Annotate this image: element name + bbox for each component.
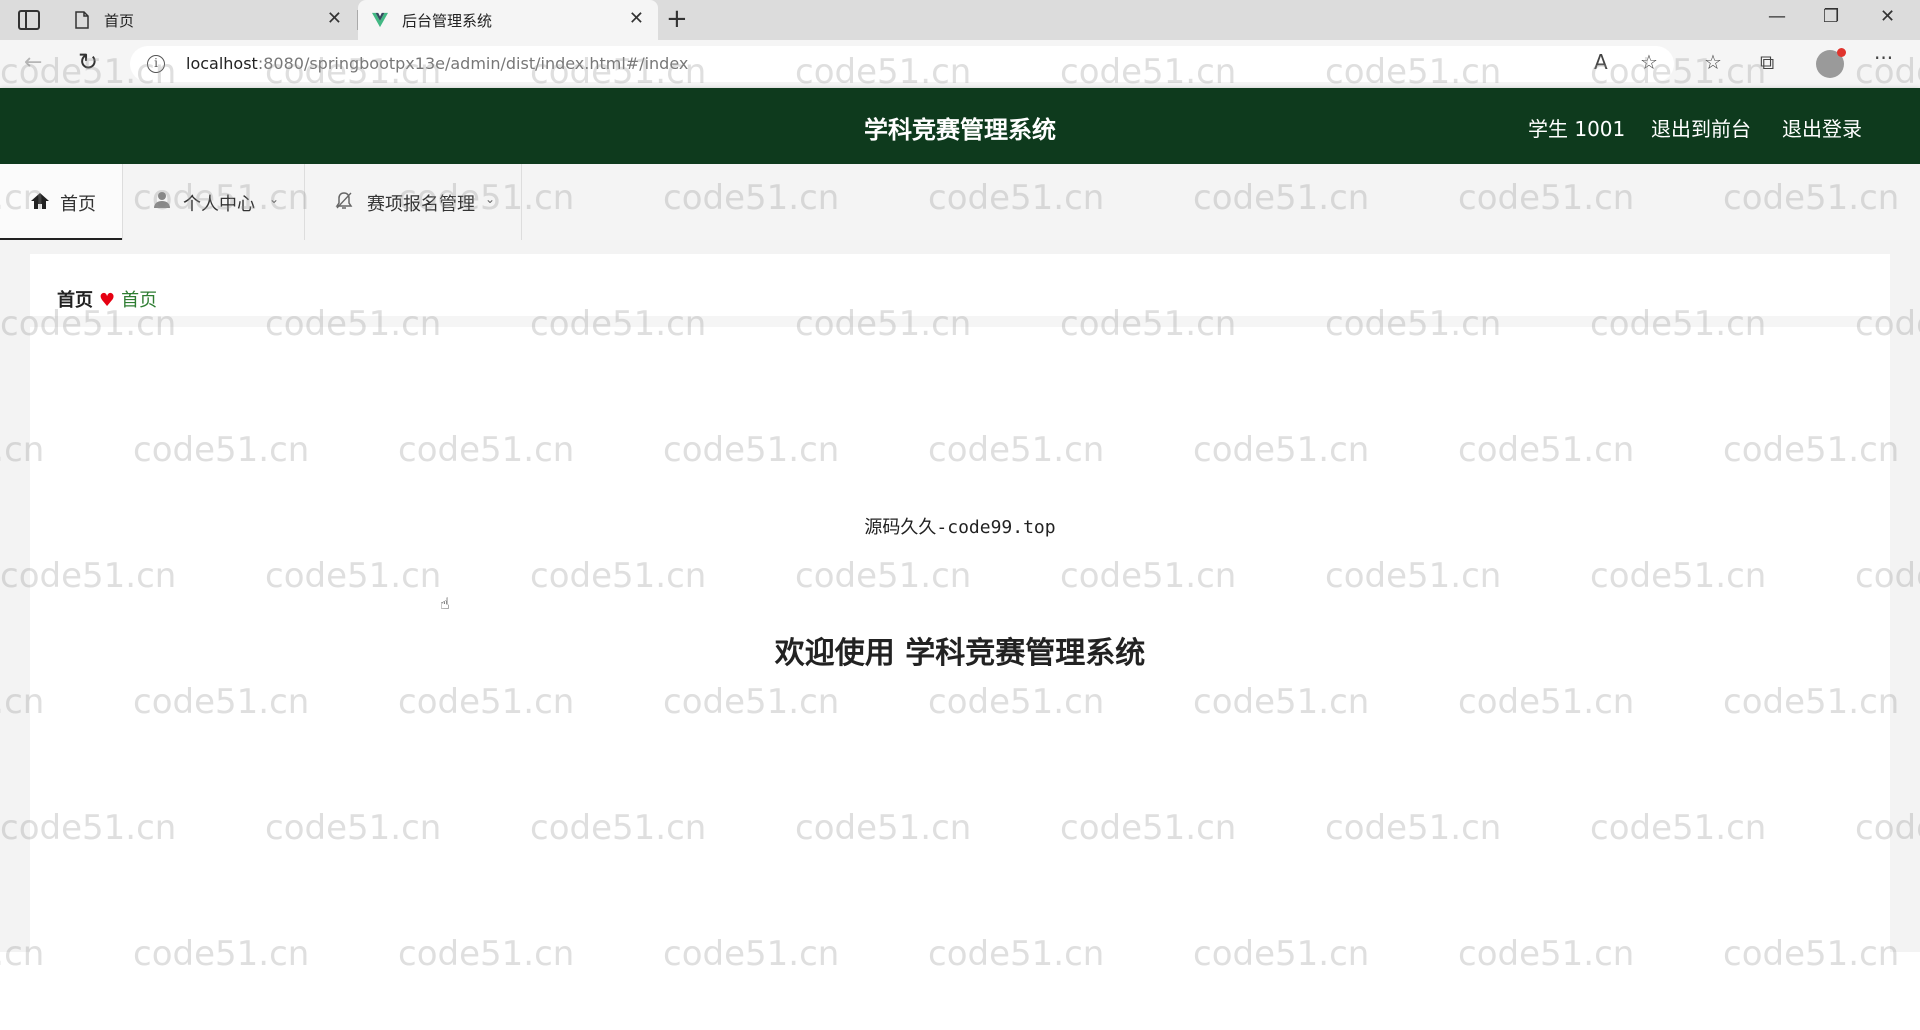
url-field[interactable]: i localhost:8080/springbootpx13e/admin/d… (130, 46, 1674, 82)
read-aloud-icon[interactable]: A (1594, 50, 1608, 74)
window-close-icon[interactable]: ✕ (1880, 6, 1895, 27)
close-icon[interactable]: ✕ (629, 8, 644, 29)
nav-item-contest-registration[interactable]: 赛项报名管理 ⌄ (304, 164, 522, 240)
content-card: 首页 ♥ 首页 源码久久-code99.top 欢迎使用 学科竞赛管理系统 (30, 254, 1890, 952)
breadcrumb-current: 首页 (121, 290, 158, 311)
favorites-icon[interactable]: ☆ (1704, 50, 1722, 74)
browser-tab-home[interactable]: 首页 ✕ (60, 0, 356, 40)
info-icon[interactable]: i (147, 55, 165, 73)
breadcrumb-home[interactable]: 首页 (57, 290, 93, 311)
app-title: 学科竞赛管理系统 (864, 116, 1056, 144)
nav-item-personal-center[interactable]: 个人中心 ⌄ (122, 164, 304, 240)
hand-cursor-icon: ☝ (440, 594, 450, 613)
divider (30, 316, 1890, 327)
home-icon (31, 193, 49, 209)
exit-to-frontend-link[interactable]: 退出到前台 (1651, 113, 1751, 142)
nav-label: 赛项报名管理 (367, 194, 475, 215)
breadcrumb: 首页 ♥ 首页 (57, 286, 157, 312)
user-label: 学生 1001 (1528, 117, 1626, 141)
app-header: 学科竞赛管理系统 学生 1001 退出到前台 退出登录 (0, 88, 1920, 164)
chevron-down-icon: ⌄ (269, 192, 280, 206)
browser-tab-strip: 首页 ✕ 后台管理系统 ✕ + — ❐ ✕ (0, 0, 1920, 40)
reload-icon[interactable]: ↻ (78, 48, 98, 76)
nav-label: 首页 (60, 194, 96, 215)
collections-icon[interactable]: ⧉ (1760, 50, 1774, 74)
url-text[interactable]: localhost:8080/springbootpx13e/admin/dis… (186, 54, 688, 73)
more-icon[interactable]: ··· (1874, 46, 1893, 70)
page-icon (75, 11, 89, 29)
browser-tab-admin[interactable]: 后台管理系统 ✕ (358, 0, 658, 40)
vue-icon (372, 12, 388, 28)
url-host: localhost (186, 54, 258, 73)
add-favorite-icon[interactable]: ☆ (1640, 50, 1658, 74)
notification-dot (1837, 48, 1846, 57)
tab-title: 后台管理系统 (402, 12, 493, 30)
new-tab-button[interactable]: + (666, 4, 688, 34)
back-icon[interactable]: ← (24, 50, 42, 75)
sidebar-toggle-icon[interactable] (18, 10, 40, 30)
chevron-down-icon: ⌄ (485, 192, 496, 206)
logout-link[interactable]: 退出登录 (1782, 113, 1862, 142)
url-path: :8080/springbootpx13e/admin/dist/index.h… (257, 54, 689, 73)
bell-icon (335, 192, 353, 209)
restore-icon[interactable]: ❐ (1823, 6, 1839, 27)
user-icon (154, 192, 170, 208)
nav-item-home[interactable]: 首页 (0, 164, 122, 240)
heart-icon: ♥ (99, 290, 116, 311)
tab-title: 首页 (104, 12, 135, 30)
nav-label: 个人中心 (183, 194, 255, 215)
nav-menu: 首页 个人中心 ⌄ 赛项报名管理 ⌄ (0, 164, 1920, 240)
content-area: 首页 ♥ 首页 源码久久-code99.top 欢迎使用 学科竞赛管理系统 ☝ (0, 240, 1920, 952)
minimize-icon[interactable]: — (1768, 6, 1786, 27)
close-icon[interactable]: ✕ (327, 8, 342, 29)
address-bar: ← ↻ i localhost:8080/springbootpx13e/adm… (0, 40, 1920, 88)
source-text: 源码久久-code99.top (864, 517, 1056, 538)
welcome-heading: 欢迎使用 学科竞赛管理系统 (774, 636, 1146, 671)
